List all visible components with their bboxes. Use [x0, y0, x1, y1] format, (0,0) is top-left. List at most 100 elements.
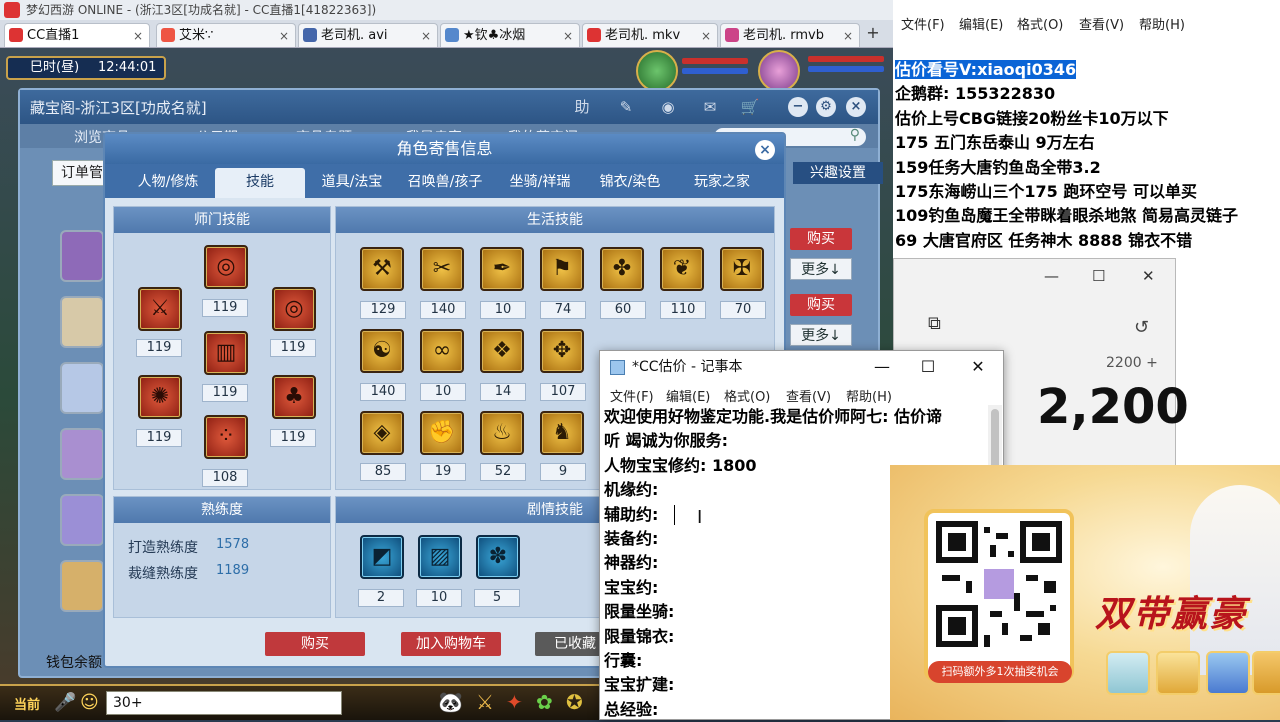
- tab-pets[interactable]: 召唤兽/孩子: [397, 168, 493, 198]
- close-icon[interactable]: ×: [843, 24, 853, 48]
- tab-2[interactable]: 艾米∵ ×: [156, 23, 296, 47]
- history-icon[interactable]: ↺: [1134, 317, 1149, 338]
- interest-settings-button[interactable]: 兴趣设置: [793, 162, 883, 184]
- tab-items[interactable]: 道具/法宝: [307, 168, 397, 198]
- close-icon[interactable]: ×: [563, 24, 573, 48]
- menu-view[interactable]: 查看(V): [786, 386, 831, 405]
- menu-help[interactable]: 帮助(H): [1139, 14, 1185, 33]
- avatar[interactable]: [60, 362, 104, 414]
- sect-skill-icon[interactable]: ⚔: [138, 287, 182, 331]
- close-icon[interactable]: ×: [133, 24, 143, 48]
- tab-character[interactable]: 人物/修炼: [123, 168, 213, 198]
- avatar[interactable]: [60, 494, 104, 546]
- tab-5[interactable]: 老司机. mkv ×: [582, 23, 718, 47]
- tab-4[interactable]: ★钦♣冰烟 ×: [440, 23, 580, 47]
- menu-file[interactable]: 文件(F): [610, 386, 654, 405]
- buy-button[interactable]: 购买: [790, 294, 852, 316]
- life-skill-icon[interactable]: ✤: [600, 247, 644, 291]
- menu-edit[interactable]: 编辑(E): [666, 386, 710, 405]
- menu-format[interactable]: 格式(O): [724, 386, 770, 405]
- tab-mounts[interactable]: 坐骑/祥瑞: [495, 168, 585, 198]
- pin-icon[interactable]: ✎: [616, 98, 636, 116]
- menu-format[interactable]: 格式(O): [1017, 14, 1063, 33]
- promo-banner[interactable]: 扫码额外多1次抽奖机会 双带赢豪: [890, 465, 1280, 720]
- close-icon[interactable]: ×: [279, 24, 289, 48]
- menu-help[interactable]: 帮助(H): [846, 386, 892, 405]
- tab-6[interactable]: 老司机. rmvb ×: [720, 23, 860, 47]
- close-icon[interactable]: ×: [421, 24, 431, 48]
- task-icon[interactable]: ✪: [566, 690, 583, 714]
- skill-icon[interactable]: ✿: [536, 690, 553, 714]
- microphone-icon[interactable]: 🎤: [54, 692, 76, 713]
- scrollbar-thumb[interactable]: [991, 409, 999, 469]
- emoji-icon[interactable]: ☺: [80, 692, 99, 713]
- sect-skill-icon[interactable]: ⁘: [204, 415, 248, 459]
- avatar[interactable]: [60, 560, 104, 612]
- life-skill-icon[interactable]: ✊: [420, 411, 464, 455]
- minimize-button[interactable]: —: [1044, 267, 1059, 285]
- more-button[interactable]: 更多↓: [790, 258, 852, 280]
- weapon-icon[interactable]: ⚔: [476, 690, 494, 714]
- menu-view[interactable]: 查看(V): [1079, 14, 1124, 33]
- tab-outfits[interactable]: 锦衣/染色: [585, 168, 675, 198]
- close-icon[interactable]: ×: [701, 24, 711, 48]
- tab-cc-live[interactable]: CC直播1 ×: [4, 23, 150, 47]
- life-skill-icon[interactable]: ✂: [420, 247, 464, 291]
- cart-icon[interactable]: 🛒: [740, 98, 760, 116]
- plot-skill-icon[interactable]: ◩: [360, 535, 404, 579]
- maximize-button[interactable]: ☐: [1092, 267, 1105, 285]
- maximize-button[interactable]: ☐: [906, 351, 950, 383]
- add-to-cart-button[interactable]: 加入购物车: [401, 632, 501, 656]
- record-icon[interactable]: ◉: [658, 98, 678, 116]
- life-skill-icon[interactable]: ♨: [480, 411, 524, 455]
- menu-edit[interactable]: 编辑(E): [959, 14, 1003, 33]
- tab-home[interactable]: 玩家之家: [677, 168, 767, 198]
- sect-skill-icon[interactable]: ▥: [204, 331, 248, 375]
- life-skill-icon[interactable]: ⚑: [540, 247, 584, 291]
- close-button[interactable]: ✕: [956, 351, 1000, 383]
- settings-button[interactable]: ⚙: [816, 97, 836, 117]
- bag-icon[interactable]: ✦: [506, 690, 523, 714]
- message-icon[interactable]: ✉: [700, 98, 720, 116]
- life-skill-icon[interactable]: ⚒: [360, 247, 404, 291]
- tab-skills[interactable]: 技能: [215, 168, 305, 198]
- avatar[interactable]: [60, 296, 104, 348]
- keep-on-top-icon[interactable]: ⧉: [928, 313, 941, 334]
- new-tab-button[interactable]: +: [862, 24, 884, 44]
- life-skill-icon[interactable]: ❦: [660, 247, 704, 291]
- life-skill-icon[interactable]: ✥: [540, 329, 584, 373]
- life-skill-icon[interactable]: ♞: [540, 411, 584, 455]
- more-button[interactable]: 更多↓: [790, 324, 852, 346]
- sect-skill-icon[interactable]: ◎: [204, 245, 248, 289]
- notepad-main-text[interactable]: 估价看号V:xiaoqi0346 企鹅群: 155322830 估价上号CBG链…: [895, 58, 1280, 253]
- life-skill-icon[interactable]: ✒: [480, 247, 524, 291]
- chat-input[interactable]: 30+: [106, 691, 342, 715]
- buy-button[interactable]: 购买: [265, 632, 365, 656]
- avatar[interactable]: [60, 428, 104, 480]
- minimize-button[interactable]: −: [788, 97, 808, 117]
- tab-3[interactable]: 老司机. avi ×: [298, 23, 438, 47]
- close-button[interactable]: ✕: [1142, 267, 1155, 285]
- pet-icon[interactable]: 🐼: [438, 690, 463, 714]
- life-skill-icon[interactable]: ◈: [360, 411, 404, 455]
- life-skill-icon[interactable]: ☯: [360, 329, 404, 373]
- sect-skill-icon[interactable]: ◎: [272, 287, 316, 331]
- close-button[interactable]: ×: [846, 97, 866, 117]
- life-skill-icon[interactable]: ∞: [420, 329, 464, 373]
- plot-skill-icon[interactable]: ▨: [418, 535, 462, 579]
- pet-avatar[interactable]: [636, 50, 678, 92]
- plot-skill-icon[interactable]: ✽: [476, 535, 520, 579]
- qr-code-card[interactable]: [924, 509, 1074, 681]
- avatar[interactable]: [60, 230, 104, 282]
- help-icon[interactable]: 助: [572, 98, 592, 116]
- chat-channel[interactable]: 当前: [14, 694, 40, 713]
- close-icon[interactable]: ×: [755, 140, 775, 160]
- sect-skill-icon[interactable]: ✺: [138, 375, 182, 419]
- life-skill-icon[interactable]: ❖: [480, 329, 524, 373]
- menu-file[interactable]: 文件(F): [901, 14, 945, 33]
- life-skill-icon[interactable]: ✠: [720, 247, 764, 291]
- minimize-button[interactable]: —: [860, 351, 904, 383]
- player-avatar[interactable]: [758, 50, 800, 92]
- buy-button[interactable]: 购买: [790, 228, 852, 250]
- sect-skill-icon[interactable]: ♣: [272, 375, 316, 419]
